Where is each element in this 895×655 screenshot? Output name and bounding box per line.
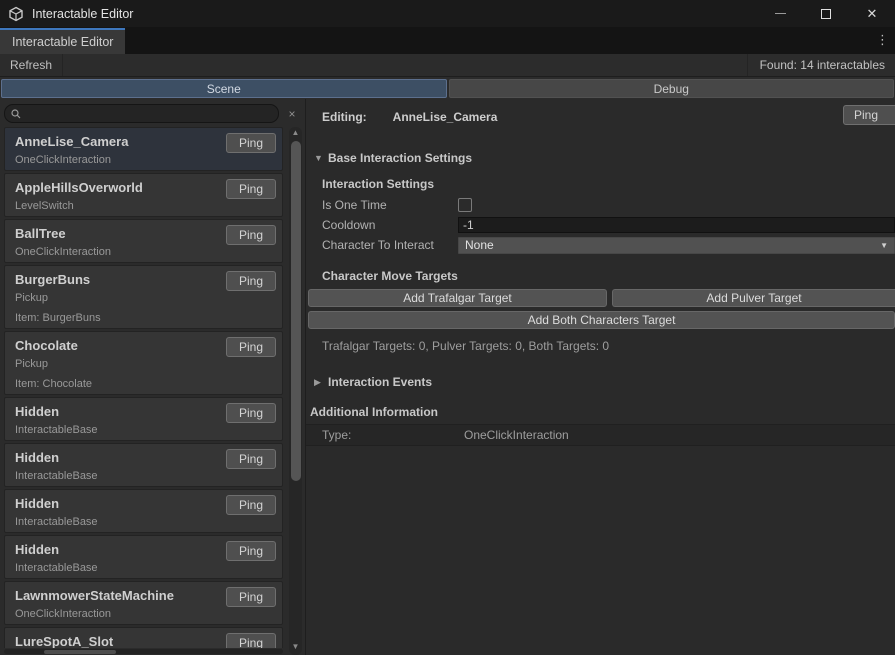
editing-header: Editing: AnneLise_Camera <box>322 107 895 127</box>
hscrollbar-thumb[interactable] <box>44 650 116 654</box>
ping-button[interactable]: Ping <box>226 225 276 245</box>
horizontal-scrollbar[interactable] <box>4 649 283 654</box>
add-trafalgar-target-button[interactable]: Add Trafalgar Target <box>308 289 607 307</box>
item-subtitle: InteractableBase <box>5 466 282 486</box>
add-pulver-target-button[interactable]: Add Pulver Target <box>612 289 895 307</box>
targets-summary: Trafalgar Targets: 0, Pulver Targets: 0,… <box>322 339 895 353</box>
list-item[interactable]: HiddenInteractableBasePing <box>4 489 283 533</box>
list-item[interactable]: ChocolatePickupItem: ChocolatePing <box>4 331 283 395</box>
foldout-open-icon: ▼ <box>314 153 328 163</box>
scrollbar-thumb[interactable] <box>291 141 301 481</box>
kebab-menu-icon[interactable]: ⋮ <box>876 33 889 47</box>
close-button[interactable]: ✕ <box>849 0 895 27</box>
list-item[interactable]: AnneLise_CameraOneClickInteractionPing <box>4 127 283 171</box>
character-to-interact-label: Character To Interact <box>322 238 458 252</box>
ping-button[interactable]: Ping <box>226 403 276 423</box>
search-icon <box>11 109 21 119</box>
ping-button[interactable]: Ping <box>226 541 276 561</box>
window-title: Interactable Editor <box>32 7 133 21</box>
editing-ping-button[interactable]: Ping <box>843 105 895 125</box>
ping-button[interactable]: Ping <box>226 271 276 291</box>
type-value: OneClickInteraction <box>464 428 569 442</box>
ping-button[interactable]: Ping <box>226 633 276 648</box>
interaction-events-title: Interaction Events <box>328 375 432 389</box>
list-item[interactable]: LureSpotA_SlotPing <box>4 627 283 648</box>
cooldown-label: Cooldown <box>322 218 458 232</box>
app-cube-icon <box>8 6 24 22</box>
is-one-time-label: Is One Time <box>322 198 458 212</box>
refresh-button[interactable]: Refresh <box>0 54 63 76</box>
interactable-list: AnneLise_CameraOneClickInteractionPingAp… <box>0 127 285 648</box>
move-targets-header: Character Move Targets <box>322 269 895 283</box>
search-input[interactable] <box>25 108 272 120</box>
dropdown-arrow-icon: ▼ <box>880 241 888 250</box>
dock-tab-bar: Interactable Editor ⋮ <box>0 27 895 54</box>
search-row: × <box>0 99 305 127</box>
item-subtitle: InteractableBase <box>5 512 282 532</box>
ping-button[interactable]: Ping <box>226 337 276 357</box>
item-subtitle: OneClickInteraction <box>5 150 282 170</box>
type-row: Type: OneClickInteraction <box>306 424 895 446</box>
editor-panel: Editing: AnneLise_Camera Ping ▼ Base Int… <box>306 99 895 655</box>
cooldown-row: Cooldown -1 <box>322 215 895 235</box>
list-item[interactable]: BallTreeOneClickInteractionPing <box>4 219 283 263</box>
scroll-down-icon[interactable]: ▼ <box>289 641 302 653</box>
toolbar: Refresh Found: 14 interactables <box>0 54 895 77</box>
item-subtitle: Pickup <box>5 288 282 308</box>
ping-button[interactable]: Ping <box>226 587 276 607</box>
item-subtitle: OneClickInteraction <box>5 242 282 262</box>
editing-value: AnneLise_Camera <box>393 110 498 124</box>
tab-debug[interactable]: Debug <box>449 79 895 98</box>
character-to-interact-row: Character To Interact None ▼ <box>322 235 895 255</box>
item-subtitle: Item: Chocolate <box>5 374 282 394</box>
ping-button[interactable]: Ping <box>226 495 276 515</box>
search-field-wrap <box>4 104 279 123</box>
character-to-interact-dropdown[interactable]: None ▼ <box>458 237 895 254</box>
list-item[interactable]: LawnmowerStateMachineOneClickInteraction… <box>4 581 283 625</box>
editing-label: Editing: <box>322 110 367 124</box>
is-one-time-row: Is One Time <box>322 195 895 215</box>
list-item[interactable]: HiddenInteractableBasePing <box>4 535 283 579</box>
item-subtitle: InteractableBase <box>5 420 282 440</box>
scene-list-panel: × AnneLise_CameraOneClickInteractionPing… <box>0 99 306 655</box>
base-settings-foldout[interactable]: ▼ Base Interaction Settings <box>314 151 895 165</box>
interaction-settings-header: Interaction Settings <box>322 177 895 191</box>
tab-scene[interactable]: Scene <box>1 79 447 98</box>
vertical-scrollbar[interactable]: ▲ ▼ <box>289 127 302 655</box>
ping-button[interactable]: Ping <box>226 449 276 469</box>
item-subtitle: InteractableBase <box>5 558 282 578</box>
base-settings-title: Base Interaction Settings <box>328 151 472 165</box>
ping-button[interactable]: Ping <box>226 133 276 153</box>
ping-button[interactable]: Ping <box>226 179 276 199</box>
dropdown-value: None <box>465 238 494 252</box>
additional-info-header: Additional Information <box>310 405 895 419</box>
interaction-events-foldout[interactable]: ▶ Interaction Events <box>314 375 895 389</box>
list-item[interactable]: HiddenInteractableBasePing <box>4 443 283 487</box>
list-item[interactable]: BurgerBunsPickupItem: BurgerBunsPing <box>4 265 283 329</box>
item-subtitle: OneClickInteraction <box>5 604 282 624</box>
type-label: Type: <box>322 428 458 442</box>
item-subtitle: LevelSwitch <box>5 196 282 216</box>
item-subtitle: Item: BurgerBuns <box>5 308 282 328</box>
window-titlebar: Interactable Editor ✕ <box>0 0 895 27</box>
search-clear-button[interactable]: × <box>282 104 302 123</box>
found-count-label: Found: 14 interactables <box>747 54 895 76</box>
mode-tab-bar: Scene Debug <box>0 77 895 100</box>
list-item[interactable]: AppleHillsOverworldLevelSwitchPing <box>4 173 283 217</box>
add-target-button-row: Add Trafalgar Target Add Pulver Target <box>308 289 895 307</box>
cooldown-input[interactable]: -1 <box>458 217 895 233</box>
item-subtitle: Pickup <box>5 354 282 374</box>
is-one-time-checkbox[interactable] <box>458 198 472 212</box>
maximize-button[interactable] <box>803 0 849 27</box>
minimize-button[interactable] <box>757 0 803 27</box>
foldout-closed-icon: ▶ <box>314 377 328 388</box>
dock-tab-interactable-editor[interactable]: Interactable Editor <box>0 28 125 54</box>
list-item[interactable]: HiddenInteractableBasePing <box>4 397 283 441</box>
scroll-up-icon[interactable]: ▲ <box>289 127 302 139</box>
add-both-characters-target-button[interactable]: Add Both Characters Target <box>308 311 895 329</box>
